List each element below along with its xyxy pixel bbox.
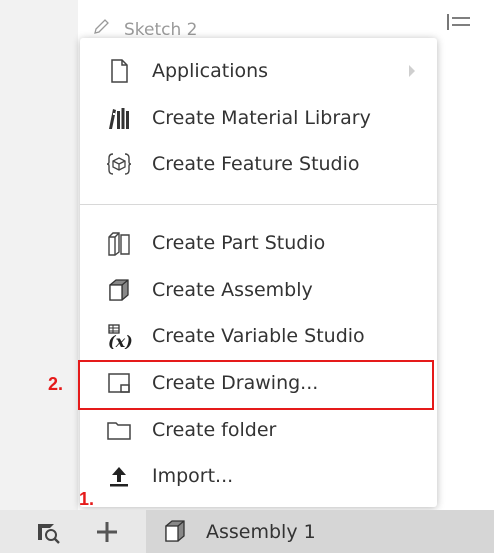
pencil-icon [94, 19, 109, 34]
add-tab-button[interactable] [94, 518, 120, 546]
menu-divider [80, 204, 437, 205]
menu-item-create-part-studio[interactable]: Create Part Studio [80, 223, 437, 263]
svg-text:(x): (x) [108, 332, 132, 349]
menu-item-label: Applications [152, 60, 269, 82]
search-document-icon[interactable] [36, 522, 62, 544]
menu-item-label: Create Variable Studio [152, 325, 365, 347]
folder-icon [107, 422, 131, 440]
step-2-label: 2. [48, 374, 64, 394]
tab-label: Assembly 1 [206, 521, 316, 543]
insert-menu: Applications Create Material Library Cre… [80, 38, 437, 507]
assembly-icon [165, 520, 185, 542]
menu-item-import[interactable]: Import... [80, 456, 437, 496]
material-library-icon [109, 108, 129, 129]
variable-studio-icon: (x) [108, 324, 132, 349]
menu-item-create-material-library[interactable]: Create Material Library [80, 98, 437, 138]
tab-bar: Assembly 1 [0, 510, 494, 553]
part-studio-icon [108, 232, 130, 256]
menu-item-label: Import... [152, 465, 234, 487]
feature-list-icon[interactable] [446, 12, 472, 32]
menu-item-label: Create Part Studio [152, 232, 326, 254]
left-gutter [0, 0, 78, 510]
menu-item-label: Create Feature Studio [152, 153, 360, 175]
drawing-highlight-box [78, 360, 434, 410]
menu-item-create-assembly[interactable]: Create Assembly [80, 270, 437, 310]
assembly-icon [109, 279, 129, 301]
sketch-label: Sketch 2 [124, 20, 198, 40]
tab-assembly-1[interactable]: Assembly 1 [146, 510, 494, 553]
menu-item-label: Create Assembly [152, 279, 313, 301]
menu-item-create-variable-studio[interactable]: (x) Create Variable Studio [80, 316, 437, 356]
menu-item-applications[interactable]: Applications [80, 51, 437, 91]
feature-sketch-row[interactable]: Sketch 2 [78, 0, 494, 40]
document-icon [111, 59, 128, 83]
menu-item-create-feature-studio[interactable]: Create Feature Studio [80, 144, 437, 184]
menu-item-label: Create Material Library [152, 107, 371, 129]
step-1-label: 1. [79, 489, 95, 509]
upload-icon [110, 467, 128, 487]
feature-studio-icon [106, 153, 132, 175]
menu-item-create-folder[interactable]: Create folder [80, 410, 437, 450]
chevron-right-icon [409, 65, 415, 77]
menu-item-label: Create folder [152, 419, 277, 441]
